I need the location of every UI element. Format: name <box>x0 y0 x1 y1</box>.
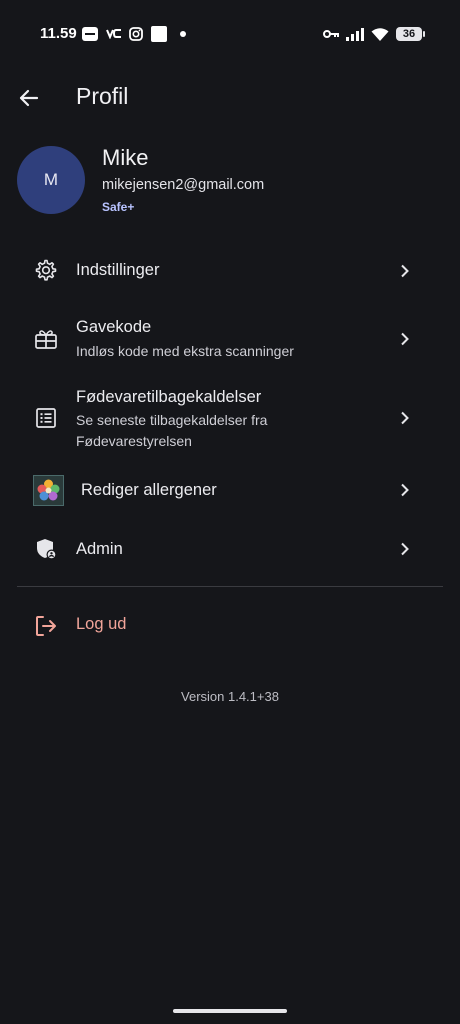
menu-item-label: Gavekode <box>76 318 152 336</box>
battery-icon: 36 <box>396 27 425 41</box>
status-bar: 11.59 36 <box>0 0 460 68</box>
subscription-badge: Safe+ <box>102 200 135 214</box>
square-app-icon <box>151 26 167 42</box>
instagram-icon <box>129 27 143 41</box>
logout-icon <box>36 616 56 636</box>
profile-header: M Mike mikejensen2@gmail.com Safe+ <box>0 145 460 217</box>
menu-item-gift-code[interactable]: Gavekode Indløs kode med ekstra scanning… <box>0 306 460 370</box>
avatar: M <box>17 146 85 214</box>
allergen-flower-icon <box>33 475 64 506</box>
app-version: Version 1.4.1+38 <box>181 689 279 704</box>
menu-item-subtitle: Indløs kode med ekstra scanninger <box>76 343 294 359</box>
chevron-right-icon <box>401 542 409 556</box>
key-icon <box>323 30 339 38</box>
vc-app-icon <box>106 29 121 39</box>
page-title: Profil <box>76 83 129 109</box>
arrow-back-icon[interactable] <box>16 86 44 110</box>
chevron-right-icon <box>401 332 409 346</box>
home-indicator[interactable] <box>173 1009 287 1013</box>
profile-name: Mike <box>102 145 149 170</box>
notification-dot <box>180 31 186 37</box>
status-time: 11.59 <box>40 25 77 42</box>
fiskeringen-app-icon <box>82 27 98 41</box>
menu-item-label: Admin <box>76 540 123 558</box>
gear-icon <box>35 259 57 281</box>
profile-email: mikejensen2@gmail.com <box>102 177 265 193</box>
menu-item-settings[interactable]: Indstillinger <box>0 246 460 294</box>
list-icon <box>36 408 56 428</box>
logout-label: Log ud <box>76 615 127 633</box>
status-right: 36 <box>323 25 425 43</box>
wifi-icon <box>371 28 389 41</box>
chevron-right-icon <box>401 264 409 278</box>
gift-icon <box>35 330 57 349</box>
admin-shield-icon <box>37 539 57 560</box>
chevron-right-icon <box>401 411 409 425</box>
divider <box>17 586 443 587</box>
chevron-right-icon <box>401 483 409 497</box>
logout-button[interactable]: Log ud <box>0 606 460 646</box>
menu-item-admin[interactable]: Admin <box>0 525 460 573</box>
menu-item-label: Rediger allergener <box>81 481 217 499</box>
menu-item-label: Fødevaretilbagekaldelser <box>76 388 262 406</box>
app-bar: Profil <box>0 72 460 124</box>
menu-item-label: Indstillinger <box>76 261 160 279</box>
menu-item-food-recalls[interactable]: Fødevaretilbagekaldelser Se seneste tilb… <box>0 376 460 462</box>
menu-item-subtitle: Se seneste tilbagekaldelser fra Fødevare… <box>76 412 268 449</box>
menu-item-edit-allergens[interactable]: Rediger allergener <box>0 466 460 514</box>
signal-icon <box>346 28 364 41</box>
